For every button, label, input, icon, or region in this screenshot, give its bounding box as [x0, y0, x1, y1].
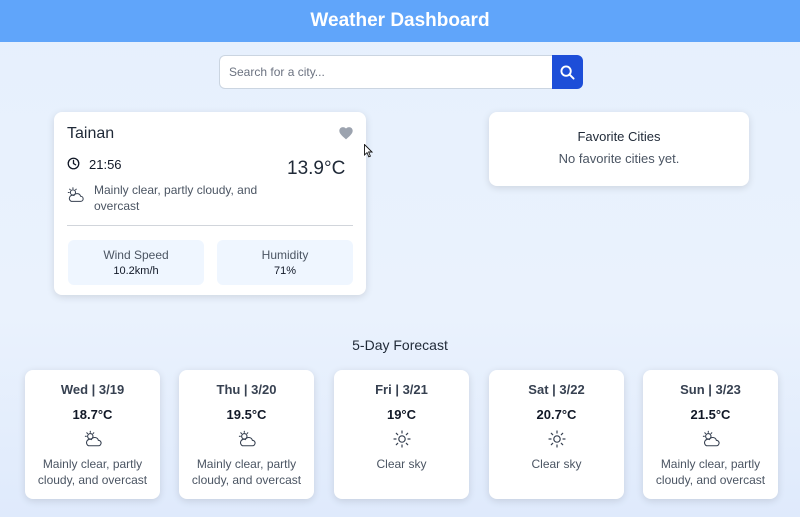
app-header: Weather Dashboard: [0, 0, 800, 42]
partly-cloudy-icon: [67, 187, 84, 202]
forecast-title: 5-Day Forecast: [352, 337, 448, 353]
forecast-temperature: 21.5°C: [690, 407, 731, 422]
current-weather-card: Tainan 21:56 13.9°C Mainly clear, partly…: [54, 112, 366, 295]
weather-description: Mainly clear, partly cloudy, and overcas…: [94, 183, 258, 213]
humidity-label: Humidity: [261, 248, 309, 262]
search-icon: [560, 64, 575, 80]
forecast-day: Sat | 3/22: [528, 382, 585, 397]
sun-icon: [392, 430, 411, 448]
mouse-cursor-icon: [364, 144, 373, 158]
search-button[interactable]: [552, 55, 583, 89]
search-bar: [219, 55, 583, 89]
forecast-day: Fri | 3/21: [375, 382, 428, 397]
heart-icon[interactable]: [338, 126, 354, 140]
partly-cloudy-icon: [702, 430, 720, 447]
local-time: 21:56: [89, 157, 122, 172]
partly-cloudy-icon: [238, 430, 256, 447]
forecast-card: Wed | 3/19 18.7°C Mainly clear, partly c…: [25, 370, 160, 499]
humidity-stat: Humidity 71%: [217, 240, 353, 285]
forecast-description: Clear sky: [531, 457, 582, 471]
forecast-description: Mainly clear, partly cloudy, and overcas…: [655, 457, 766, 487]
forecast-description: Mainly clear, partly cloudy, and overcas…: [37, 457, 148, 487]
sun-icon: [547, 430, 566, 448]
forecast-description: Clear sky: [376, 457, 427, 471]
favorite-cities-empty-text: No favorite cities yet.: [558, 151, 680, 166]
current-temperature: 13.9°C: [287, 158, 346, 179]
forecast-day: Sun | 3/23: [680, 382, 741, 397]
forecast-day: Thu | 3/20: [216, 382, 277, 397]
wind-speed-value: 10.2km/h: [113, 265, 159, 277]
wind-speed-label: Wind Speed: [103, 248, 169, 262]
forecast-temperature: 19.5°C: [226, 407, 267, 422]
forecast-temperature: 19°C: [386, 407, 417, 422]
favorite-cities-card: Favorite Cities No favorite cities yet.: [489, 112, 749, 186]
clock-icon: [67, 157, 80, 170]
forecast-card: Sat | 3/22 20.7°C Clear sky: [489, 370, 624, 499]
forecast-temperature: 18.7°C: [72, 407, 113, 422]
forecast-card: Fri | 3/21 19°C Clear sky: [334, 370, 469, 499]
wind-speed-stat: Wind Speed 10.2km/h: [68, 240, 204, 285]
divider: [67, 225, 353, 226]
forecast-card: Sun | 3/23 21.5°C Mainly clear, partly c…: [643, 370, 778, 499]
partly-cloudy-icon: [84, 430, 102, 447]
forecast-card: Thu | 3/20 19.5°C Mainly clear, partly c…: [179, 370, 314, 499]
city-search-input[interactable]: [219, 55, 552, 89]
page-title: Weather Dashboard: [310, 10, 490, 31]
favorite-cities-title: Favorite Cities: [577, 129, 661, 144]
forecast-temperature: 20.7°C: [536, 407, 577, 422]
forecast-description: Mainly clear, partly cloudy, and overcas…: [191, 457, 302, 487]
city-name: Tainan: [67, 125, 115, 142]
humidity-value: 71%: [273, 265, 297, 277]
forecast-day: Wed | 3/19: [60, 382, 125, 397]
